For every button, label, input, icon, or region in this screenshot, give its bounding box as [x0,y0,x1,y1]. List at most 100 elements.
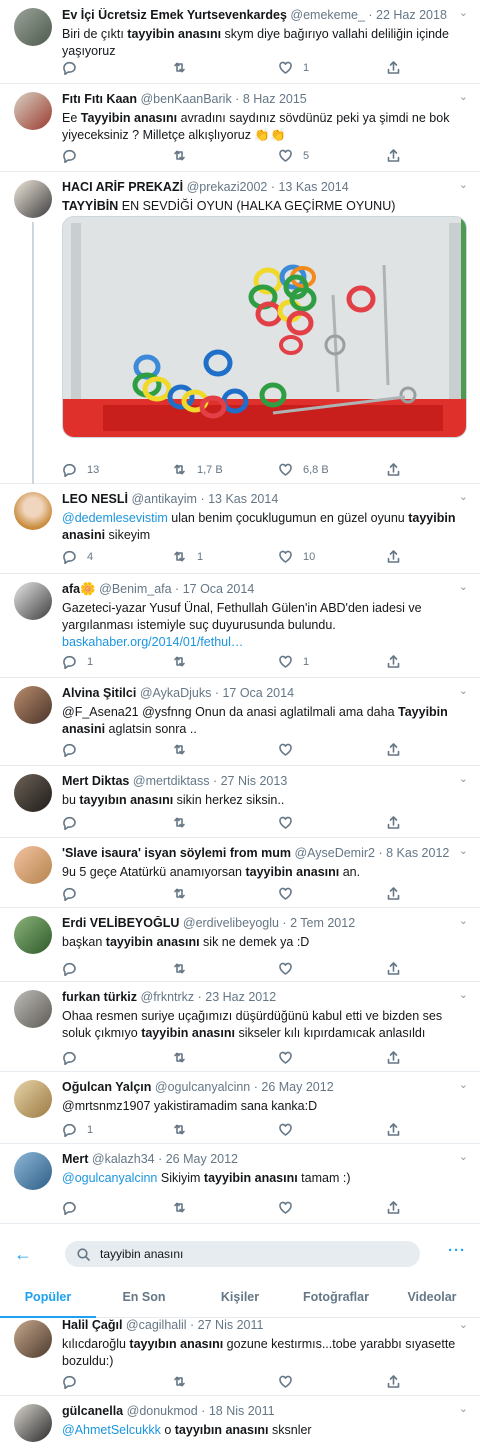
tab-latest[interactable]: En Son [96,1284,192,1318]
retweet-button[interactable]: 1 [172,549,203,564]
share-button[interactable] [386,1122,401,1137]
chevron-down-icon[interactable]: ⌄ [459,988,468,1001]
user-name[interactable]: furkan türkiz [62,990,137,1004]
reply-button[interactable] [62,1050,77,1065]
url-link[interactable]: baskahaber.org/2014/01/fethul… [62,635,243,649]
share-button[interactable] [386,60,401,75]
search-input[interactable]: tayyibin anasını [65,1241,420,1267]
mention-link[interactable]: @ogulcanyalcinn [62,1171,157,1185]
reply-button[interactable] [62,886,77,901]
user-handle[interactable]: @mertdiktass [133,774,210,788]
like-button[interactable]: 1 [278,654,309,669]
user-handle[interactable]: @Benim_afa [99,582,171,596]
tweet[interactable]: Mert @kalazh34 · 26 May 2012 ⌄ @ogulcany… [0,1144,480,1224]
chevron-down-icon[interactable]: ⌄ [459,1078,468,1091]
tweet[interactable]: Mert Diktas @mertdiktass · 27 Nis 2013 ⌄… [0,766,480,838]
reply-button[interactable] [62,961,77,976]
chevron-down-icon[interactable]: ⌄ [459,1150,468,1163]
tab-videos[interactable]: Videolar [384,1284,480,1318]
tweet-date[interactable]: 27 Nis 2011 [198,1318,264,1332]
reply-button[interactable]: 1 [62,1122,93,1137]
user-handle[interactable]: @ogulcanyalcinn [155,1080,250,1094]
tweet[interactable]: Alvina Şitilci @AykaDjuks · 17 Oca 2014 … [0,678,480,766]
retweet-button[interactable] [172,654,197,669]
user-name[interactable]: Mert Diktas [62,774,129,788]
reply-button[interactable] [62,1374,77,1389]
reply-button[interactable] [62,815,77,830]
user-handle[interactable]: @kalazh34 [92,1152,155,1166]
user-handle[interactable]: @emekeme_ [290,8,365,22]
chevron-down-icon[interactable]: ⌄ [459,914,468,927]
like-button[interactable] [278,886,293,901]
avatar[interactable] [14,916,52,954]
avatar[interactable] [14,180,52,218]
avatar[interactable] [14,1320,52,1358]
retweet-button[interactable] [172,148,197,163]
tweet-date[interactable]: 17 Oca 2014 [183,582,255,596]
user-name[interactable]: afa🌼 [62,582,96,596]
user-name[interactable]: gülcanella [62,1404,123,1418]
user-name[interactable]: 'Slave isaura' isyan söylemi from mum [62,846,291,860]
like-button[interactable] [278,1050,293,1065]
user-handle[interactable]: @prekazi2002 [187,180,268,194]
tweet-date[interactable]: 26 May 2012 [261,1080,333,1094]
avatar[interactable] [14,8,52,46]
user-handle[interactable]: @donukmod [127,1404,198,1418]
tweet-date[interactable]: 13 Kas 2014 [208,492,278,506]
reply-button[interactable] [62,148,87,163]
avatar[interactable] [14,92,52,130]
user-name[interactable]: Erdi VELİBEYOĞLU [62,916,179,930]
user-handle[interactable]: @benKaanBarik [140,92,231,106]
like-button[interactable] [278,1200,293,1215]
tweet[interactable]: Erdi VELİBEYOĞLU @erdivelibeyoglu · 2 Te… [0,908,480,982]
tweet-date[interactable]: 23 Haz 2012 [205,990,276,1004]
mention-link[interactable]: @AhmetSelcukkk [62,1423,161,1437]
retweet-button[interactable] [172,1200,187,1215]
chevron-down-icon[interactable]: ⌄ [459,1318,468,1331]
reply-button[interactable]: 1 [62,654,93,669]
like-button[interactable] [278,815,293,830]
tweet-date[interactable]: 13 Kas 2014 [278,180,348,194]
share-button[interactable] [386,1050,401,1065]
tab-popular[interactable]: Popüler [0,1284,96,1318]
share-button[interactable] [386,815,401,830]
chevron-down-icon[interactable]: ⌄ [459,1402,468,1415]
avatar[interactable] [14,686,52,724]
like-button[interactable] [278,742,303,757]
retweet-button[interactable] [172,815,187,830]
share-button[interactable] [386,742,401,757]
avatar[interactable] [14,990,52,1028]
tweet-photo[interactable] [62,216,467,438]
tweet[interactable]: afa🌼 @Benim_afa · 17 Oca 2014 ⌄ Gazeteci… [0,574,480,678]
tweet-date[interactable]: 2 Tem 2012 [290,916,355,930]
avatar[interactable] [14,492,52,530]
tweet-date[interactable]: 8 Haz 2015 [243,92,307,106]
user-name[interactable]: LEO NESLİ [62,492,128,506]
user-handle[interactable]: @frkntrkz [141,990,195,1004]
user-handle[interactable]: @AyseDemir2 [294,846,375,860]
chevron-down-icon[interactable]: ⌄ [459,844,468,857]
chevron-down-icon[interactable]: ⌄ [459,490,468,503]
share-button[interactable] [386,654,401,669]
tweet[interactable]: LEO NESLİ @antikayim · 13 Kas 2014 ⌄ @de… [0,484,480,574]
share-button[interactable] [386,549,401,564]
tab-photos[interactable]: Fotoğraflar [288,1284,384,1318]
mention-link[interactable]: @dedemlesevistim [62,511,168,525]
avatar[interactable] [14,1152,52,1190]
like-button[interactable] [278,1122,293,1137]
tweet[interactable]: gülcanella @donukmod · 18 Nis 2011 ⌄ @Ah… [0,1396,480,1456]
user-handle[interactable]: @cagilhalil [126,1318,187,1332]
like-button[interactable]: 5 [278,148,309,163]
tweet-date[interactable]: 22 Haz 2018 [376,8,447,22]
tweet-date[interactable]: 27 Nis 2013 [221,774,288,788]
user-handle[interactable]: @erdivelibeyoglu [183,916,279,930]
retweet-button[interactable] [172,742,197,757]
chevron-down-icon[interactable]: ⌄ [459,90,468,103]
chevron-down-icon[interactable]: ⌄ [459,6,468,19]
retweet-button[interactable] [172,1050,187,1065]
tweet-date[interactable]: 18 Nis 2011 [209,1404,275,1418]
retweet-button[interactable] [172,1122,187,1137]
tweet[interactable]: HACI ARİF PREKAZİ @prekazi2002 · 13 Kas … [0,172,480,484]
avatar[interactable] [14,582,52,620]
like-button[interactable] [278,1374,293,1389]
